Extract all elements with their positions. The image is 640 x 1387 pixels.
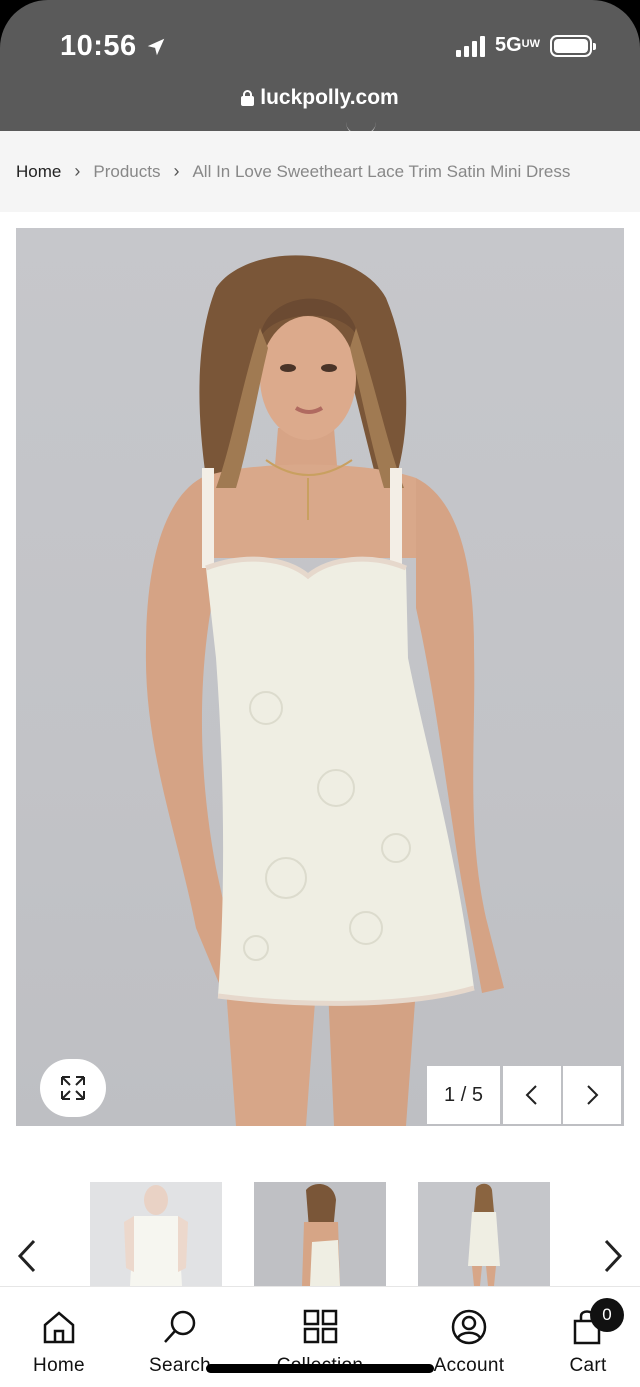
search-icon (164, 1310, 196, 1343)
previous-image-button[interactable] (503, 1066, 561, 1124)
grid-icon (303, 1309, 338, 1344)
status-time: 10:56 (60, 30, 167, 63)
expand-icon (61, 1076, 85, 1100)
chevron-left-icon (525, 1085, 537, 1105)
location-arrow-icon (147, 38, 164, 55)
network-type: 5G (494, 34, 522, 56)
breadcrumb-separator-icon: › (74, 161, 81, 181)
url-text: luckpolly.com (260, 86, 399, 109)
thumbnail-image (124, 1185, 188, 1286)
nav-cart-label: Cart (569, 1355, 607, 1376)
network-label: 5GUW (495, 34, 540, 57)
model-photo (145, 255, 504, 1126)
network-suffix: UW (521, 38, 540, 50)
thumbnail-strip (0, 1182, 640, 1286)
user-icon (451, 1309, 487, 1345)
thumbnail-3[interactable] (418, 1182, 550, 1286)
address-bar[interactable]: luckpolly.com (0, 86, 640, 110)
nav-home-label: Home (33, 1355, 85, 1376)
product-main-image[interactable]: 1 / 5 (16, 228, 624, 1126)
chevron-right-icon (587, 1085, 599, 1105)
thumbnails-next-icon[interactable] (598, 1238, 626, 1274)
breadcrumb-separator-icon: › (173, 161, 180, 181)
browser-chrome: 10:56 5GUW luckpolly.com (0, 0, 640, 131)
home-icon (43, 1311, 75, 1344)
breadcrumb: Home › Products › All In Love Sweetheart… (0, 131, 640, 212)
image-counter: 1 / 5 (427, 1066, 500, 1124)
status-indicators: 5GUW (455, 34, 596, 57)
nav-home[interactable]: Home (0, 1307, 119, 1377)
zoom-button[interactable] (40, 1059, 106, 1117)
thumbnail-image (302, 1184, 340, 1286)
nav-cart[interactable]: 0 Cart (528, 1298, 640, 1377)
thumbnail-1[interactable] (90, 1182, 222, 1286)
lock-icon (241, 90, 255, 106)
breadcrumb-current-page: All In Love Sweetheart Lace Trim Satin M… (192, 161, 571, 181)
time-text: 10:56 (60, 30, 137, 62)
battery-icon (550, 34, 596, 57)
breadcrumb-products-link[interactable]: Products (93, 162, 160, 182)
breadcrumb-home-link[interactable]: Home (16, 162, 61, 182)
home-indicator (206, 1364, 434, 1373)
cart-count-badge: 0 (590, 1298, 624, 1332)
next-image-button[interactable] (563, 1066, 621, 1124)
thumbnail-image (468, 1183, 500, 1286)
thumbnail-2[interactable] (254, 1182, 386, 1286)
thumbnails-prev-icon[interactable] (14, 1238, 42, 1274)
signal-icon (455, 35, 485, 57)
